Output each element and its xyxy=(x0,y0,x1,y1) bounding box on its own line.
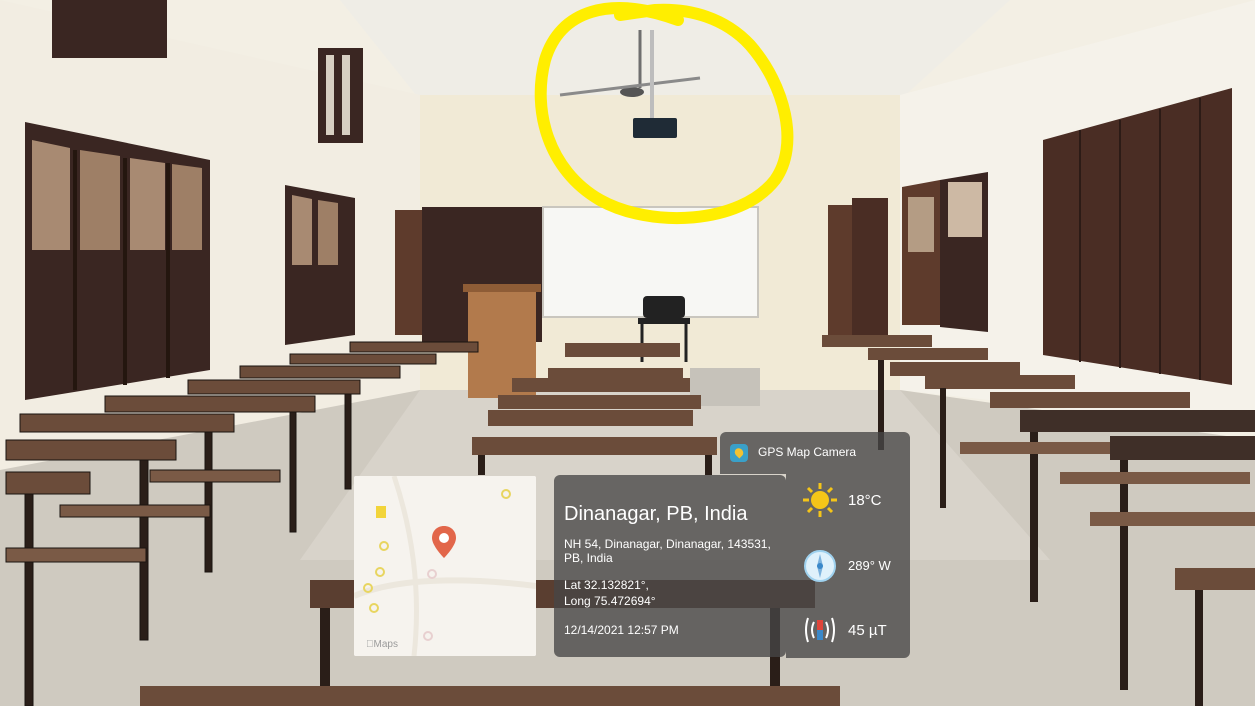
temperature-value: 18°C xyxy=(848,492,882,509)
sun-icon xyxy=(803,483,837,517)
magnetic-field-value: 45 µT xyxy=(848,622,887,639)
map-pin-icon xyxy=(432,526,456,558)
heading-reading: 289° W xyxy=(786,548,910,588)
location-coordinates: Lat 32.132821°, Long 75.472694° xyxy=(564,577,656,609)
compass-icon xyxy=(804,550,836,582)
sensor-readings-panel: 18°C 289° W 45 µT xyxy=(786,474,910,658)
map-attribution: Maps xyxy=(366,639,398,650)
magnetic-field-reading: 45 µT xyxy=(786,612,910,652)
app-name: GPS Map Camera xyxy=(758,445,857,459)
right-shutter xyxy=(1043,88,1232,385)
location-info-panel: Dinanagar, PB, India NH 54, Dinanagar, D… xyxy=(554,475,786,657)
right-door-2 xyxy=(852,198,888,338)
latitude: Lat 32.132821°, xyxy=(564,578,649,592)
left-window-1 xyxy=(25,122,210,400)
magnet-icon xyxy=(805,617,835,643)
right-window xyxy=(902,172,988,332)
longitude: Long 75.472694° xyxy=(564,594,656,608)
gps-map-camera-app-icon xyxy=(730,444,748,462)
location-address: NH 54, Dinanagar, Dinanagar, 143531, PB,… xyxy=(564,537,771,565)
left-window-2 xyxy=(285,185,355,345)
location-map-thumbnail: Maps xyxy=(354,476,536,656)
location-title: Dinanagar, PB, India xyxy=(564,503,748,525)
capture-datetime: 12/14/2021 12:57 PM xyxy=(564,623,679,637)
app-header: GPS Map Camera xyxy=(720,432,910,474)
heading-value: 289° W xyxy=(848,558,891,573)
temperature-reading: 18°C xyxy=(786,482,910,522)
photo-stage: Maps GPS Map Camera Dinanagar, PB, Indi… xyxy=(0,0,1255,706)
right-door-1 xyxy=(828,205,852,335)
